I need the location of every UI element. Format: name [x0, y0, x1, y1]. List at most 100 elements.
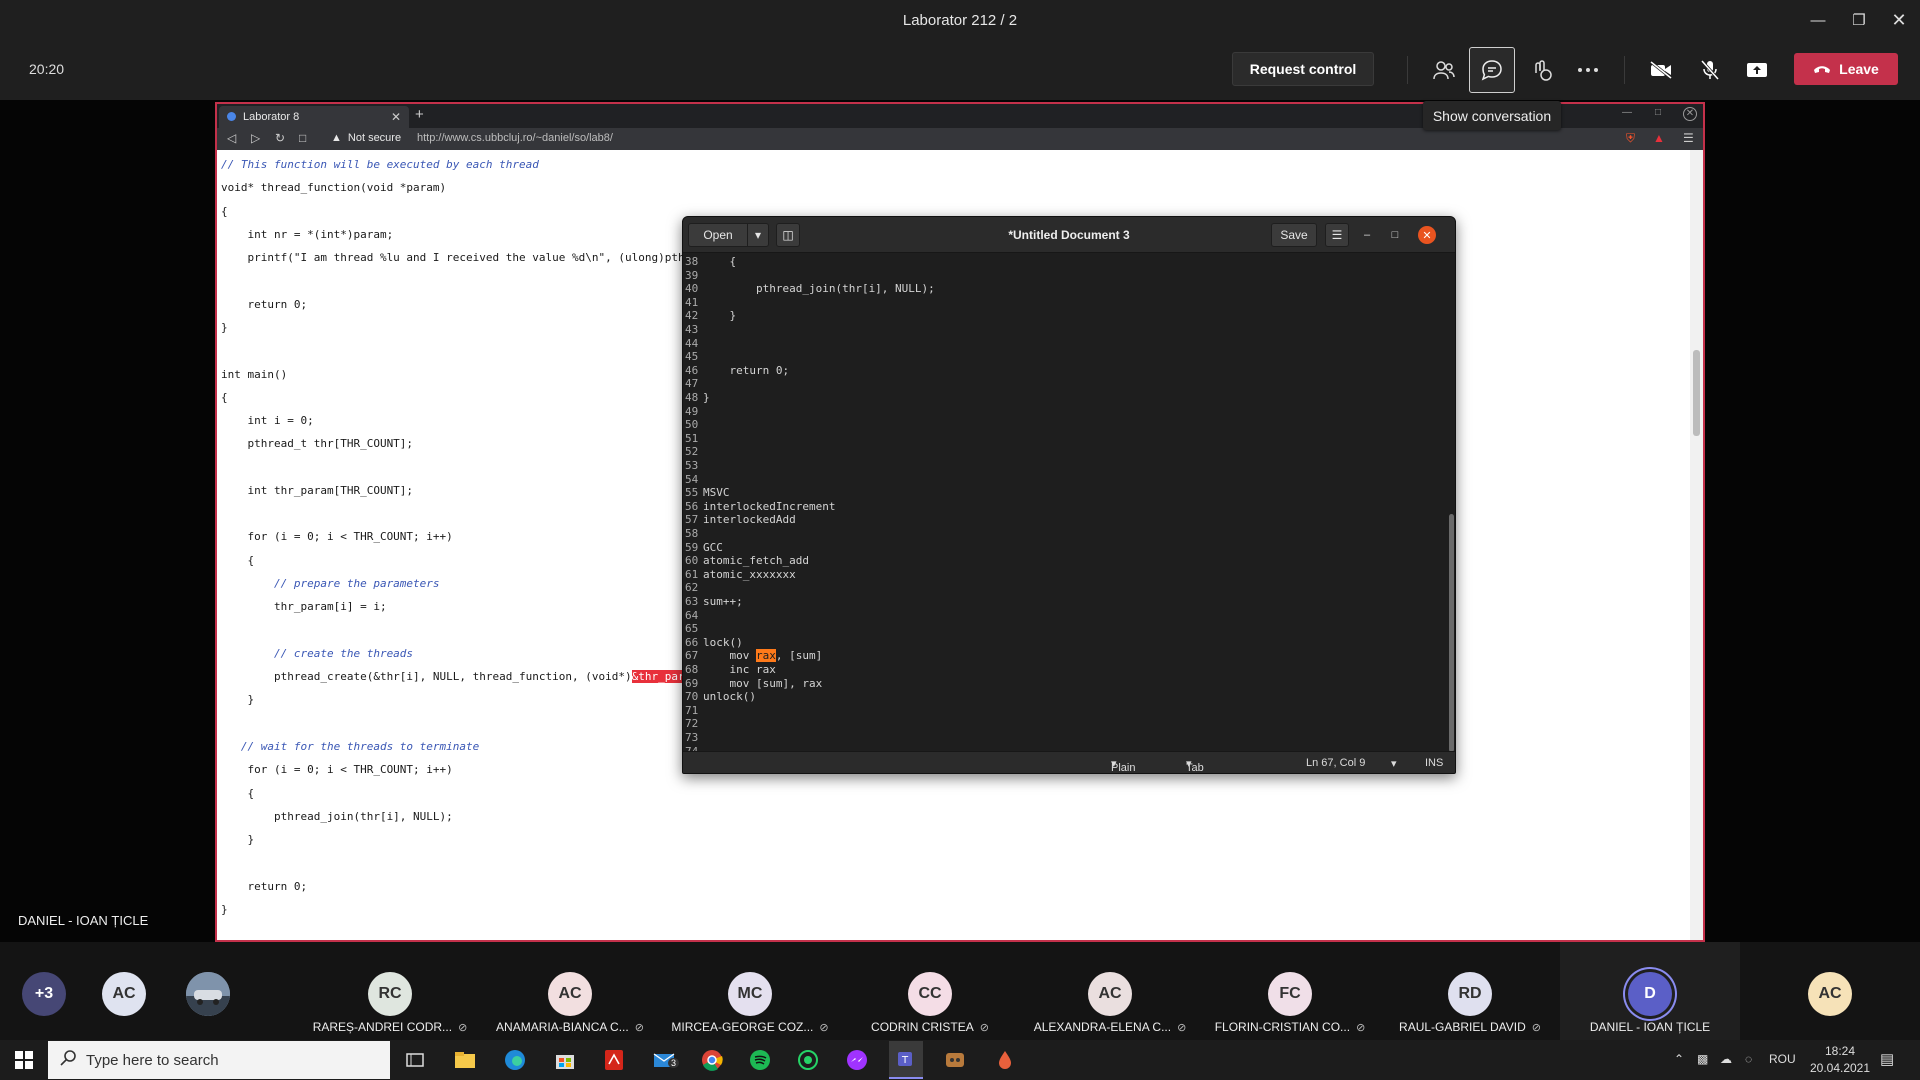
onedrive-icon[interactable]: ☁ [1720, 1052, 1732, 1066]
selected-text: rax [755, 649, 776, 663]
tray-network-device-icon[interactable]: ▩ [1697, 1052, 1708, 1066]
participant-tile[interactable]: RC RAREȘ-ANDREI CODR... ⊘ [300, 942, 480, 1040]
windows-start-icon[interactable] [12, 1048, 36, 1072]
editor-line: 54 [685, 473, 703, 487]
file-explorer-icon[interactable] [453, 1048, 477, 1072]
participant-tile[interactable]: AC ALEXANDRA-ELENA C... ⊘ [1020, 942, 1200, 1040]
taskbar-search-box[interactable]: Type here to search [48, 1041, 390, 1079]
clock-date[interactable]: 20.04.2021 [1805, 1061, 1875, 1075]
page-scrollbar[interactable] [1690, 150, 1703, 940]
reload-icon[interactable]: ↻ [275, 131, 285, 145]
bookmark-icon[interactable]: □ [299, 131, 306, 145]
tab-width-selector[interactable]: Tab Width: 4 ▾ [1186, 757, 1204, 773]
line-number: 42 [685, 309, 699, 323]
tab-close-icon[interactable]: ✕ [391, 110, 401, 124]
editor-maximize-icon[interactable]: □ [1386, 226, 1404, 244]
line-text: atomic_xxxxxxx [703, 567, 796, 581]
browser-tab[interactable]: Laborator 8 ✕ [219, 106, 409, 128]
teams-icon[interactable]: T [889, 1041, 923, 1079]
line-number: 44 [685, 336, 699, 350]
brave-rewards-icon[interactable]: ▲ [1653, 131, 1665, 145]
avatar-initials: +3 [34, 985, 54, 1002]
participant-tile[interactable]: D DANIEL - IOAN ȚICLE [1560, 942, 1740, 1040]
line-text: lock() [703, 635, 743, 649]
new-tab-icon[interactable]: + [415, 106, 424, 123]
wifi-icon[interactable]: ◌ [1745, 1052, 1752, 1066]
game-icon[interactable] [943, 1048, 967, 1072]
chat-icon[interactable] [1469, 47, 1515, 93]
open-button[interactable]: Open [688, 223, 748, 247]
cursor-position[interactable]: Ln 67, Col 9 [1306, 757, 1365, 769]
line-number: 57 [685, 513, 699, 527]
browser-minimize-icon[interactable]: — [1622, 107, 1632, 118]
clock-time[interactable]: 18:24 [1805, 1044, 1875, 1058]
hamburger-menu-icon[interactable]: ☰ [1325, 223, 1349, 247]
browser-menu-icon[interactable]: ☰ [1683, 131, 1694, 145]
editor-scrollbar[interactable] [1449, 514, 1454, 752]
participant-tile[interactable] [164, 942, 252, 1040]
avatar: RD [1448, 972, 1492, 1016]
editor-text-area[interactable]: 38 {39 40 pthread_join(thr[i], NULL); 41 42… [683, 254, 1455, 753]
back-icon[interactable]: ◁ [227, 131, 236, 145]
store-icon[interactable] [553, 1048, 577, 1072]
line-number: 53 [685, 459, 699, 472]
save-button[interactable]: Save [1271, 223, 1317, 247]
chrome-icon[interactable] [700, 1048, 724, 1072]
paint-drop-icon[interactable] [993, 1048, 1017, 1072]
new-tab-icon[interactable]: ◫ [776, 223, 800, 247]
language-selector[interactable]: Plain Text ▾ [1111, 757, 1135, 773]
avatar: AC [1808, 972, 1852, 1016]
participant-tile[interactable]: RD RAUL-GABRIEL DAVID ⊘ [1380, 942, 1560, 1040]
mail-icon[interactable]: 3 [652, 1048, 680, 1072]
keyboard-language[interactable]: ROU [1769, 1052, 1796, 1066]
open-dropdown-icon[interactable]: ▾ [747, 223, 769, 247]
more-actions-icon[interactable] [1565, 47, 1611, 93]
editor-line: 53 [685, 459, 703, 473]
notifications-icon[interactable]: ▤ [1880, 1050, 1894, 1068]
forward-icon[interactable]: ▷ [251, 131, 260, 145]
minimize-icon[interactable]: — [1795, 0, 1841, 40]
task-view-icon[interactable] [403, 1048, 427, 1072]
editor-line: 56 interlockedIncrement [685, 500, 835, 514]
spotify-icon[interactable] [748, 1048, 772, 1072]
avatar-initials: D [1644, 985, 1656, 1002]
scrollbar-thumb[interactable] [1693, 350, 1700, 436]
close-icon[interactable]: ✕ [1876, 0, 1920, 40]
editor-close-icon[interactable]: ✕ [1418, 226, 1436, 244]
participants-icon[interactable] [1421, 47, 1467, 93]
participant-name: RAREȘ-ANDREI CODR... ⊘ [312, 1020, 468, 1034]
position-dropdown-icon[interactable]: ▾ [1391, 757, 1397, 770]
teams-meeting-window: Laborator 212 / 2 — ❐ ✕ 20:20 Request co… [0, 0, 1920, 1080]
browser-maximize-icon[interactable]: □ [1655, 107, 1661, 118]
request-control-button[interactable]: Request control [1232, 52, 1374, 86]
browser-close-icon[interactable]: ✕ [1683, 107, 1697, 121]
participant-tile[interactable]: MC MIRCEA-GEORGE COZ... ⊘ [660, 942, 840, 1040]
editor-line: 39 [685, 269, 703, 283]
participant-tile[interactable]: AC [80, 942, 168, 1040]
participant-tile[interactable]: FC FLORIN-CRISTIAN CO... ⊘ [1200, 942, 1380, 1040]
acrobat-icon[interactable] [602, 1048, 626, 1072]
participant-tile[interactable]: CC CODRIN CRISTEA ⊘ [840, 942, 1020, 1040]
tray-overflow-icon[interactable]: ⌃ [1674, 1052, 1684, 1066]
participant-name: ALEXANDRA-ELENA C... ⊘ [1033, 1020, 1187, 1034]
messenger-icon[interactable] [845, 1048, 869, 1072]
avatar: RC [368, 972, 412, 1016]
tab-title: Laborator 8 [243, 111, 300, 123]
not-secure-indicator[interactable]: ▲ Not secure [331, 132, 401, 144]
share-screen-icon[interactable] [1734, 47, 1780, 93]
whatsapp-icon[interactable] [796, 1048, 820, 1072]
mic-off-icon[interactable] [1687, 47, 1733, 93]
reactions-icon[interactable] [1518, 47, 1564, 93]
active-speaker-name: DANIEL - IOAN ȚICLE [18, 913, 149, 928]
editor-minimize-icon[interactable]: – [1358, 226, 1376, 244]
participant-tile[interactable]: +3 [0, 942, 88, 1040]
brave-shield-icon[interactable]: ⛨ [1626, 131, 1635, 146]
url-field[interactable]: http://www.cs.ubbcluj.ro/~daniel/so/lab8… [417, 132, 613, 144]
participant-tile[interactable]: AC [1740, 942, 1920, 1040]
line-text: MSVC [703, 486, 730, 500]
leave-button[interactable]: Leave [1794, 53, 1898, 85]
edge-icon[interactable] [503, 1048, 527, 1072]
participant-tile[interactable]: AC ANAMARIA-BIANCA C... ⊘ [480, 942, 660, 1040]
camera-off-icon[interactable] [1638, 47, 1684, 93]
line-text: mov [sum], rax [703, 676, 823, 690]
